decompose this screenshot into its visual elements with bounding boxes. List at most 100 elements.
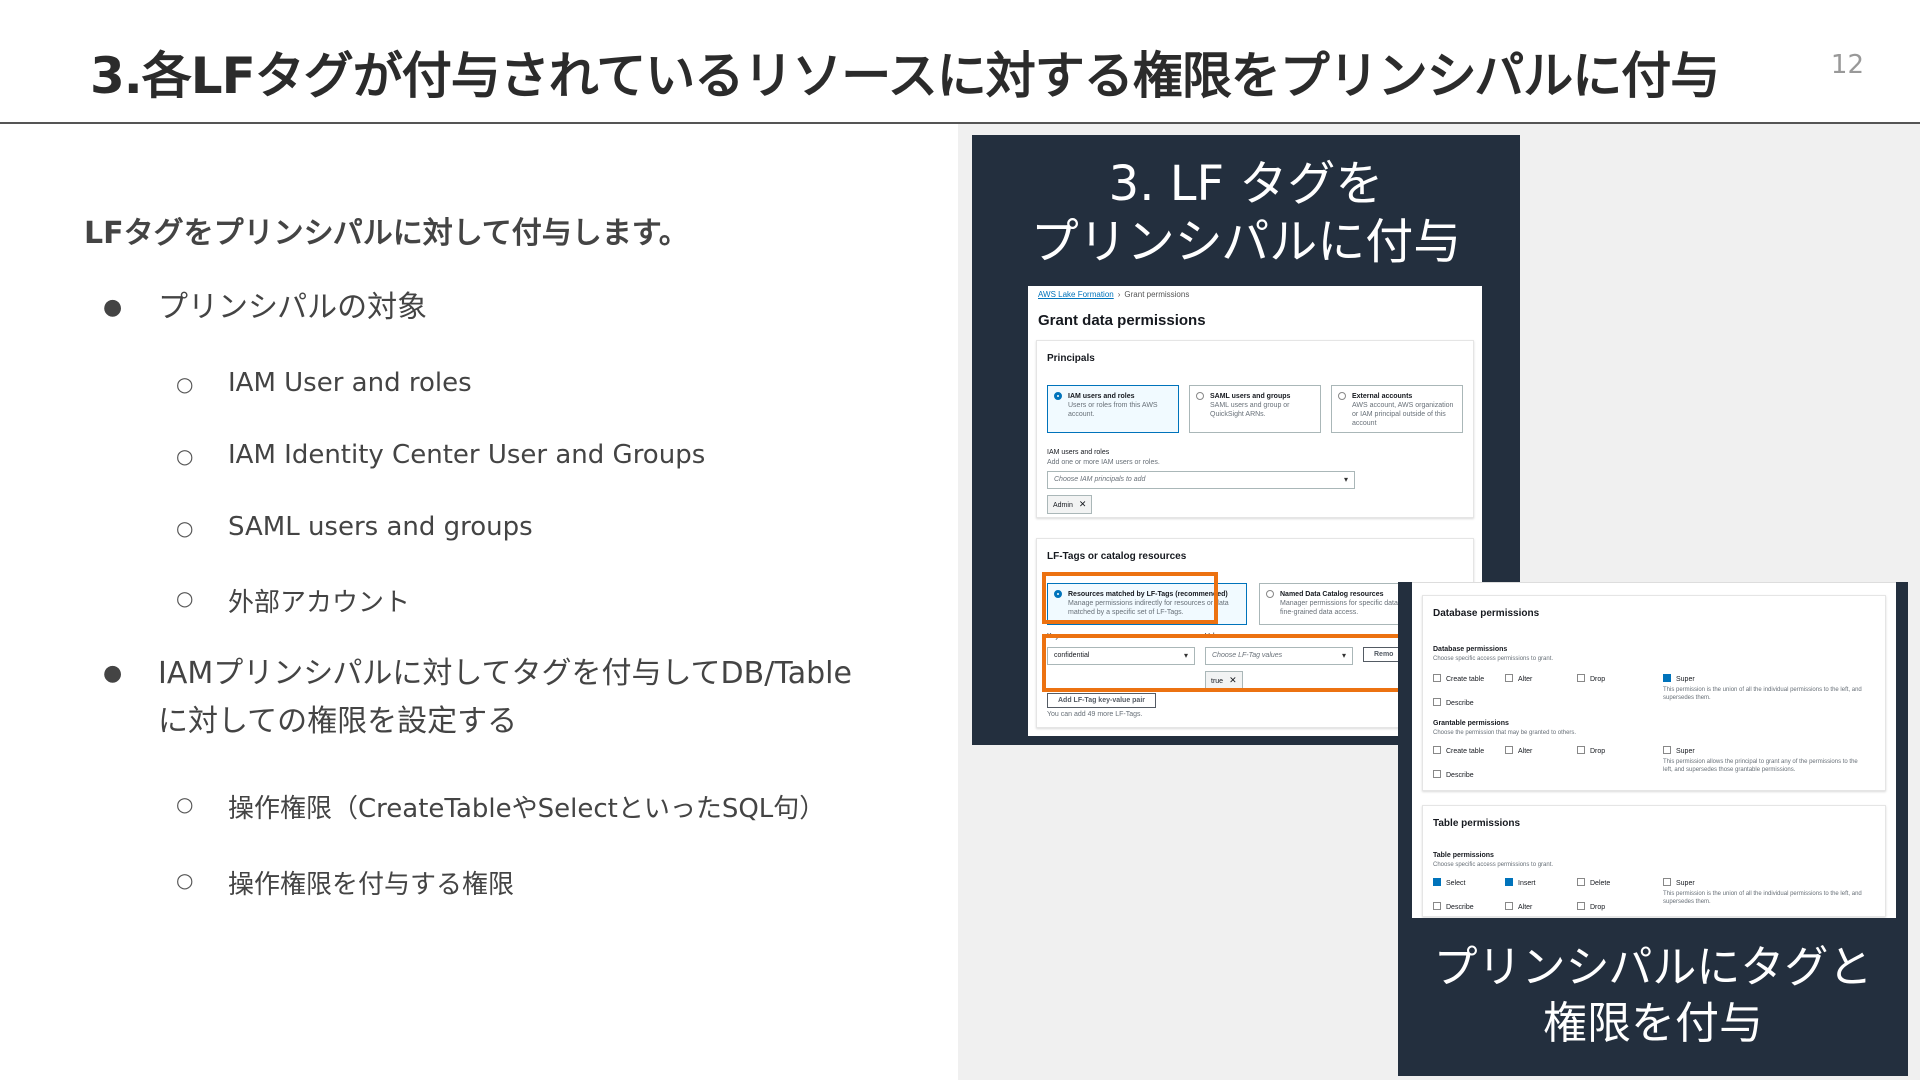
checkbox-grantable-alter[interactable]: Alter	[1505, 746, 1532, 755]
radio-icon	[1266, 590, 1274, 598]
breadcrumb-link[interactable]: AWS Lake Formation	[1038, 290, 1114, 299]
breadcrumb: AWS Lake Formation › Grant permissions	[1038, 290, 1189, 299]
screenshot-permissions: Database permissions Database permission…	[1412, 582, 1896, 918]
field-hint: Add one or more IAM users or roles.	[1047, 459, 1160, 466]
option-desc: Users or roles from this AWS account.	[1068, 402, 1158, 418]
field-hint: Choose specific access permissions to gr…	[1433, 656, 1554, 662]
panel-header: LF-Tags or catalog resources	[1047, 551, 1187, 562]
add-lf-tag-pair-button[interactable]: Add LF-Tag key-value pair	[1047, 693, 1156, 708]
add-hint: You can add 49 more LF-Tags.	[1047, 711, 1143, 718]
checkbox-super[interactable]: Super	[1663, 674, 1695, 683]
sub-bullet-circle-icon: ○	[176, 444, 194, 468]
checkbox-table-drop[interactable]: Drop	[1577, 902, 1605, 911]
checkbox-table-super[interactable]: Super	[1663, 878, 1695, 887]
checkbox-grantable-describe[interactable]: Describe	[1433, 770, 1474, 779]
sub-bullet-circle-icon: ○	[176, 868, 194, 892]
card-heading: 3. LF タグを プリンシパルに付与	[972, 155, 1520, 271]
checkbox-icon	[1433, 746, 1441, 754]
option-iam-users-roles[interactable]: IAM users and roles Users or roles from …	[1047, 385, 1179, 433]
checkbox-create-table[interactable]: Create table	[1433, 674, 1484, 683]
iam-principals-select[interactable]: Choose IAM principals to add ▾	[1047, 471, 1355, 489]
slide-title: 3.各LFタグが付与されているリソースに対する権限をプリンシパルに付与	[90, 47, 1720, 105]
bullet-dot-icon: ●	[103, 661, 123, 686]
checkbox-icon	[1505, 902, 1513, 910]
radio-icon	[1196, 392, 1204, 400]
radio-icon	[1338, 392, 1346, 400]
checkbox-icon	[1433, 698, 1441, 706]
field-hint: Choose the permission that may be grante…	[1433, 730, 1577, 736]
option-title: SAML users and groups	[1210, 393, 1291, 400]
checkbox-describe[interactable]: Describe	[1433, 698, 1474, 707]
sub-bullet-text: IAM Identity Center User and Groups	[228, 440, 706, 470]
sub-bullet-item: ○ 操作権限（CreateTableやSelectといったSQL句）	[176, 788, 825, 825]
bullet-text: プリンシパルの対象	[158, 290, 428, 325]
checkbox-checked-icon	[1433, 878, 1441, 886]
checkbox-grantable-super[interactable]: Super	[1663, 746, 1695, 755]
checkbox-icon	[1663, 746, 1671, 754]
checkbox-icon	[1577, 902, 1585, 910]
field-label: Grantable permissions	[1433, 720, 1509, 727]
checkbox-checked-icon	[1505, 878, 1513, 886]
breadcrumb-current: Grant permissions	[1124, 290, 1190, 299]
caret-down-icon: ▾	[1343, 475, 1348, 484]
checkbox-icon	[1433, 770, 1441, 778]
bullet-iam-tagging: ● IAMプリンシパルに対してタグを付与してDB/Table に対しての権限を設…	[103, 650, 852, 746]
option-saml-users-groups[interactable]: SAML users and groups SAML users and gro…	[1189, 385, 1321, 433]
sub-bullet-item: ○ 外部アカウント	[176, 582, 411, 619]
panel-header: Database permissions	[1433, 608, 1540, 619]
checkbox-table-alter[interactable]: Alter	[1505, 902, 1532, 911]
close-icon[interactable]: ✕	[1079, 499, 1087, 509]
option-external-accounts[interactable]: External accounts AWS account, AWS organ…	[1331, 385, 1463, 433]
checkbox-icon	[1577, 674, 1585, 682]
field-label: Table permissions	[1433, 852, 1494, 859]
option-title: IAM users and roles	[1068, 393, 1135, 400]
checkbox-icon	[1433, 902, 1441, 910]
checkbox-select[interactable]: Select	[1433, 878, 1465, 887]
sub-bullet-item: ○ IAM User and roles	[176, 368, 472, 398]
checkbox-alter[interactable]: Alter	[1505, 674, 1532, 683]
token-name: Admin	[1053, 502, 1073, 509]
lead-text: LFタグをプリンシパルに対して付与します。	[84, 216, 689, 251]
checkbox-icon	[1505, 674, 1513, 682]
checkbox-grantable-create-table[interactable]: Create table	[1433, 746, 1484, 755]
checkbox-icon	[1577, 878, 1585, 886]
option-desc: AWS account, AWS organization or IAM pri…	[1352, 402, 1454, 427]
checkbox-icon	[1505, 746, 1513, 754]
page-number: 12	[1830, 50, 1864, 80]
checkbox-icon	[1577, 746, 1585, 754]
option-desc: SAML users and group or QuickSight ARNs.	[1210, 402, 1290, 418]
option-title: External accounts	[1352, 393, 1413, 400]
super-description: This permission is the union of all the …	[1663, 687, 1862, 701]
checkbox-grantable-drop[interactable]: Drop	[1577, 746, 1605, 755]
sub-bullet-text: IAM User and roles	[228, 368, 472, 398]
sub-bullet-text: 操作権限を付与する権限	[228, 870, 515, 900]
sub-bullet-item: ○ IAM Identity Center User and Groups	[176, 440, 706, 470]
checkbox-icon	[1663, 878, 1671, 886]
sub-bullet-text: 外部アカウント	[228, 588, 411, 618]
card-heading-line1: プリンシパルにタグと	[1433, 942, 1873, 993]
panel-header: Table permissions	[1433, 818, 1521, 829]
sub-bullet-item: ○ 操作権限を付与する権限	[176, 864, 515, 901]
sub-bullet-circle-icon: ○	[176, 372, 194, 396]
checkbox-delete[interactable]: Delete	[1577, 878, 1610, 887]
principal-token: Admin ✕	[1047, 495, 1093, 514]
principals-panel: Principals IAM users and roles Users or …	[1036, 340, 1474, 518]
card-b-edge-right	[1896, 582, 1908, 918]
sub-bullet-circle-icon: ○	[176, 586, 194, 610]
card-heading-line1: 3. LF タグを	[1108, 156, 1384, 212]
checkbox-drop[interactable]: Drop	[1577, 674, 1605, 683]
radio-selected-icon	[1054, 392, 1062, 400]
checkbox-insert[interactable]: Insert	[1505, 878, 1536, 887]
table-permissions-panel: Table permissions Table permissions Choo…	[1422, 805, 1886, 917]
select-placeholder: Choose IAM principals to add	[1054, 476, 1146, 483]
sub-bullet-circle-icon: ○	[176, 516, 194, 540]
bullet-text-line2: に対しての権限を設定する	[158, 704, 518, 739]
highlight-lf-tags-option	[1042, 572, 1218, 624]
panel-header: Principals	[1047, 353, 1095, 364]
bullet-text-line1: IAMプリンシパルに対してタグを付与してDB/Table	[158, 656, 852, 691]
field-hint: Choose specific access permissions to gr…	[1433, 862, 1554, 868]
chevron-right-icon: ›	[1117, 290, 1121, 299]
checkbox-icon	[1433, 674, 1441, 682]
bullet-dot-icon: ●	[103, 295, 123, 320]
checkbox-table-describe[interactable]: Describe	[1433, 902, 1474, 911]
